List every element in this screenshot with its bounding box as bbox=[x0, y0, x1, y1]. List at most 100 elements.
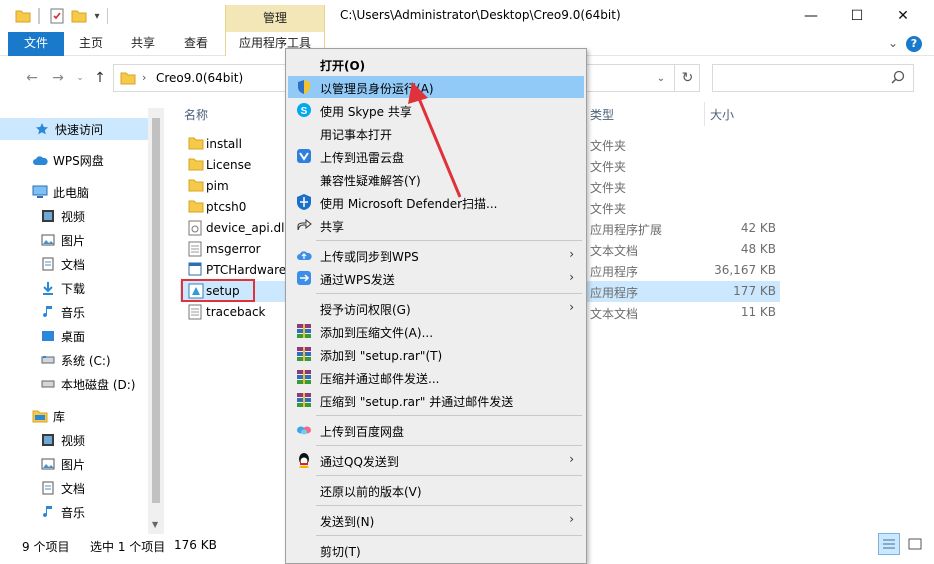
submenu-arrow-icon: › bbox=[569, 247, 574, 261]
tab-view[interactable]: 查看 bbox=[175, 32, 217, 56]
search-box[interactable] bbox=[712, 64, 914, 92]
menu-item-baidu-upload[interactable]: 上传到百度网盘 bbox=[288, 419, 584, 441]
menu-item-open-with-notepad[interactable]: 用记事本打开 bbox=[288, 122, 584, 144]
context-tab-manage[interactable]: 管理 bbox=[225, 5, 325, 32]
customize-quick-access-icon[interactable]: ▾ bbox=[90, 6, 104, 26]
sidebar-item-lib-videos[interactable]: 视频 bbox=[0, 429, 148, 451]
sidebar-item-label: 视频 bbox=[61, 433, 86, 448]
chevron-down-icon[interactable]: ⌄ bbox=[888, 36, 898, 50]
highlight-box bbox=[181, 279, 255, 302]
video-icon bbox=[40, 432, 56, 448]
sidebar-item-lib-pictures[interactable]: 图片 bbox=[0, 453, 148, 475]
file-type: 应用程序 bbox=[590, 265, 639, 279]
menu-item-compress-and-email[interactable]: 压缩并通过邮件发送... bbox=[288, 366, 584, 388]
sidebar-item-lib-music[interactable]: 音乐 bbox=[0, 501, 148, 523]
menu-item-run-as-admin[interactable]: 以管理员身份运行(A) bbox=[288, 76, 584, 98]
menu-item-wps-sync[interactable]: 上传或同步到WPS › bbox=[288, 244, 584, 266]
sidebar-item-system-c[interactable]: 系统 (C:) bbox=[0, 349, 148, 371]
menu-item-qq-send[interactable]: 通过QQ发送到 › bbox=[288, 449, 584, 471]
text-file-icon bbox=[188, 241, 204, 257]
menu-item-add-to-setup-rar[interactable]: 添加到 "setup.rar"(T) bbox=[288, 343, 584, 365]
menu-item-restore-previous-versions[interactable]: 还原以前的版本(V) bbox=[288, 479, 584, 501]
file-size: 36,167 KB bbox=[714, 263, 776, 277]
new-folder-icon[interactable] bbox=[70, 6, 88, 26]
minimize-button[interactable]: — bbox=[788, 0, 834, 32]
menu-item-label: 共享 bbox=[320, 220, 345, 234]
sidebar-item-libraries[interactable]: 库 bbox=[0, 405, 148, 427]
file-type: 应用程序扩展 bbox=[590, 223, 663, 237]
close-button[interactable]: ✕ bbox=[880, 0, 926, 32]
scroll-down-arrow-icon[interactable]: ▼ bbox=[152, 520, 158, 529]
winrar-icon bbox=[296, 323, 312, 339]
scrollbar-thumb[interactable] bbox=[152, 118, 160, 503]
folder-icon bbox=[120, 71, 136, 88]
breadcrumb[interactable]: Creo9.0(64bit) bbox=[156, 71, 243, 85]
sidebar-item-desktop[interactable]: 桌面 bbox=[0, 325, 148, 347]
menu-item-add-to-archive[interactable]: 添加到压缩文件(A)... bbox=[288, 320, 584, 342]
sidebar-item-pictures[interactable]: 图片 bbox=[0, 229, 148, 251]
back-arrow-icon[interactable]: ← bbox=[22, 68, 42, 88]
menu-separator bbox=[316, 505, 582, 506]
menu-item-upload-xunlei[interactable]: 上传到迅雷云盘 bbox=[288, 145, 584, 167]
large-icons-view-icon[interactable] bbox=[904, 533, 926, 555]
selection-count: 选中 1 个项目 bbox=[90, 540, 166, 554]
wps-send-icon bbox=[296, 270, 312, 286]
sidebar-item-lib-documents[interactable]: 文档 bbox=[0, 477, 148, 499]
menu-item-defender-scan[interactable]: 使用 Microsoft Defender扫描... bbox=[288, 191, 584, 213]
menu-item-skype-share[interactable]: S 使用 Skype 共享 bbox=[288, 99, 584, 121]
skype-icon: S bbox=[296, 102, 312, 118]
refresh-icon[interactable]: ↻ bbox=[674, 64, 700, 92]
menu-item-cut[interactable]: 剪切(T) bbox=[288, 539, 584, 561]
sidebar-item-videos[interactable]: 视频 bbox=[0, 205, 148, 227]
up-arrow-icon[interactable]: ↑ bbox=[90, 68, 110, 88]
sidebar-scrollbar[interactable] bbox=[148, 108, 164, 534]
column-header-name[interactable]: 名称 bbox=[184, 104, 208, 126]
menu-item-label: 压缩并通过邮件发送... bbox=[320, 372, 440, 386]
sidebar-item-local-disk-d[interactable]: 本地磁盘 (D:) bbox=[0, 373, 148, 395]
sidebar-item-label: 下载 bbox=[61, 281, 86, 296]
menu-item-share[interactable]: 共享 bbox=[288, 214, 584, 236]
help-icon[interactable]: ? bbox=[906, 36, 922, 52]
details-view-icon[interactable] bbox=[878, 533, 900, 555]
sidebar-item-wps-cloud[interactable]: WPS网盘 bbox=[0, 149, 148, 171]
tab-file[interactable]: 文件 bbox=[8, 32, 64, 56]
column-divider[interactable] bbox=[704, 102, 705, 126]
desktop-icon bbox=[40, 328, 56, 344]
sidebar-item-label: WPS网盘 bbox=[53, 153, 104, 168]
maximize-button[interactable]: ☐ bbox=[834, 0, 880, 32]
tab-share[interactable]: 共享 bbox=[122, 32, 164, 56]
file-type: 应用程序 bbox=[590, 286, 639, 300]
forward-arrow-icon[interactable]: → bbox=[48, 68, 68, 88]
menu-item-label: 兼容性疑难解答(Y) bbox=[320, 174, 421, 188]
menu-item-compatibility[interactable]: 兼容性疑难解答(Y) bbox=[288, 168, 584, 190]
sidebar-item-label: 系统 (C:) bbox=[61, 353, 111, 368]
menu-item-wps-send[interactable]: 通过WPS发送 › bbox=[288, 267, 584, 289]
menu-item-open[interactable]: 打开(O) bbox=[288, 53, 584, 75]
sidebar-item-this-pc[interactable]: 此电脑 bbox=[0, 181, 148, 203]
sidebar-item-label: 快速访问 bbox=[55, 122, 104, 137]
column-header-type[interactable]: 类型 bbox=[590, 104, 614, 126]
sidebar-item-documents[interactable]: 文档 bbox=[0, 253, 148, 275]
recent-locations-chevron-icon[interactable]: ⌄ bbox=[70, 68, 90, 88]
cloud-icon bbox=[32, 152, 48, 168]
file-name: device_api.dll bbox=[206, 221, 288, 235]
sidebar-item-music[interactable]: 音乐 bbox=[0, 301, 148, 323]
menu-separator bbox=[316, 293, 582, 294]
file-size: 42 KB bbox=[740, 221, 776, 235]
column-header-size[interactable]: 大小 bbox=[710, 104, 734, 126]
sidebar-item-label: 音乐 bbox=[61, 505, 86, 520]
properties-icon[interactable] bbox=[48, 6, 66, 26]
menu-item-grant-access[interactable]: 授予访问权限(G) › bbox=[288, 297, 584, 319]
sidebar-item-label: 库 bbox=[53, 409, 66, 424]
sidebar-item-quick-access[interactable]: 快速访问 bbox=[0, 118, 148, 140]
menu-item-send-to[interactable]: 发送到(N) › bbox=[288, 509, 584, 531]
video-icon bbox=[40, 208, 56, 224]
address-dropdown-icon[interactable]: ⌄ bbox=[648, 64, 674, 92]
sidebar-item-downloads[interactable]: 下载 bbox=[0, 277, 148, 299]
submenu-arrow-icon: › bbox=[569, 452, 574, 466]
menu-item-compress-setup-rar-email[interactable]: 压缩到 "setup.rar" 并通过邮件发送 bbox=[288, 389, 584, 411]
picture-icon bbox=[40, 456, 56, 472]
item-count: 9 个项目 bbox=[22, 540, 70, 554]
menu-item-label: 上传到百度网盘 bbox=[320, 425, 405, 439]
tab-home[interactable]: 主页 bbox=[70, 32, 112, 56]
